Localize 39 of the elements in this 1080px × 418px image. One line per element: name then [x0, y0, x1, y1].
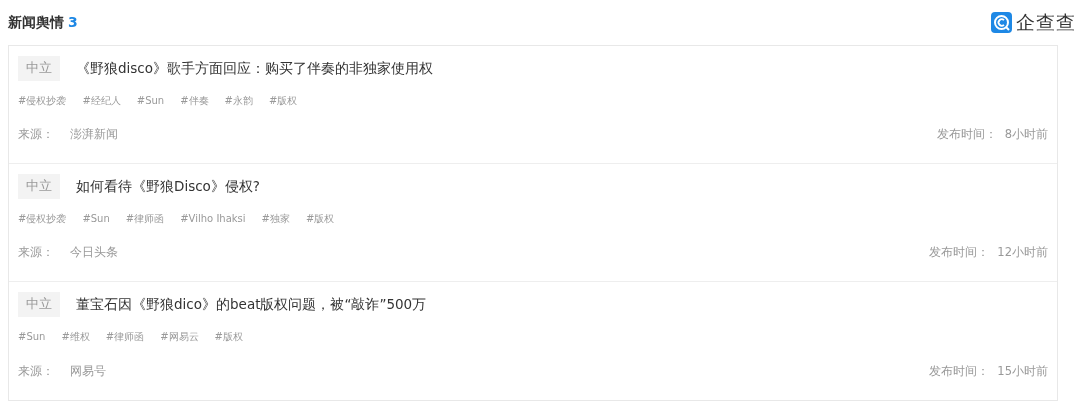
topic-tag-link[interactable]: #版权 [268, 92, 298, 108]
source-name: 今日头条 [70, 243, 118, 261]
publish-time: 12小时前 [997, 243, 1048, 261]
topic-tag-link[interactable]: #维权 [61, 328, 90, 344]
topic-tag-link[interactable]: #侵权抄袭 [18, 210, 67, 226]
topic-tag-link[interactable]: #Sun [18, 328, 46, 344]
source-name: 网易号 [70, 362, 106, 380]
source-label: 来源： [18, 362, 54, 380]
topic-tag-link[interactable]: #律师函 [125, 210, 165, 226]
topic-tag-link[interactable]: #永韵 [224, 92, 253, 108]
source-label: 来源： [18, 243, 54, 261]
topic-tag-link[interactable]: #Sun [82, 210, 110, 226]
topic-tag-link[interactable]: #Sun [136, 92, 165, 108]
topic-tag-link[interactable]: #律师函 [105, 328, 145, 344]
topic-tag-link[interactable]: #网易云 [160, 328, 199, 344]
sentiment-tag: 中立 [18, 174, 60, 199]
source-label: 来源： [18, 125, 54, 143]
publish-time-label: 发布时间： [929, 243, 990, 261]
topic-tag-link[interactable]: #版权 [214, 328, 243, 344]
news-title-link[interactable]: 《野狼disco》歌手方面回应：购买了伴奏的非独家使用权 [76, 58, 434, 79]
publish-time-label: 发布时间： [936, 125, 997, 143]
news-count: 3 [68, 13, 78, 32]
logo-icon [991, 12, 1012, 33]
source-name: 澎湃新闻 [70, 125, 118, 143]
news-title-link[interactable]: 如何看待《野狼Disco》侵权? [76, 176, 261, 197]
publish-time: 15小时前 [997, 362, 1048, 380]
topic-tag-link[interactable]: #伴奏 [180, 92, 209, 108]
sentiment-tag: 中立 [18, 292, 60, 317]
topic-tag-link[interactable]: #版权 [305, 210, 335, 226]
topic-tag-link[interactable]: #侵权抄袭 [18, 92, 67, 108]
topic-tag-link[interactable]: #经纪人 [82, 92, 121, 108]
news-title-link[interactable]: 董宝石因《野狼dico》的beat版权问题，被“敲诈”500万 [76, 294, 427, 315]
publish-time: 8小时前 [1004, 125, 1048, 143]
sentiment-tag: 中立 [18, 56, 60, 81]
topic-tag-link[interactable]: #独家 [261, 210, 290, 226]
topic-tag-link[interactable]: #Vilho Ihaksi [180, 210, 246, 226]
logo-text: 企查查 [1016, 10, 1076, 36]
section-title: 新闻舆情 [8, 13, 64, 32]
publish-time-label: 发布时间： [929, 362, 990, 380]
